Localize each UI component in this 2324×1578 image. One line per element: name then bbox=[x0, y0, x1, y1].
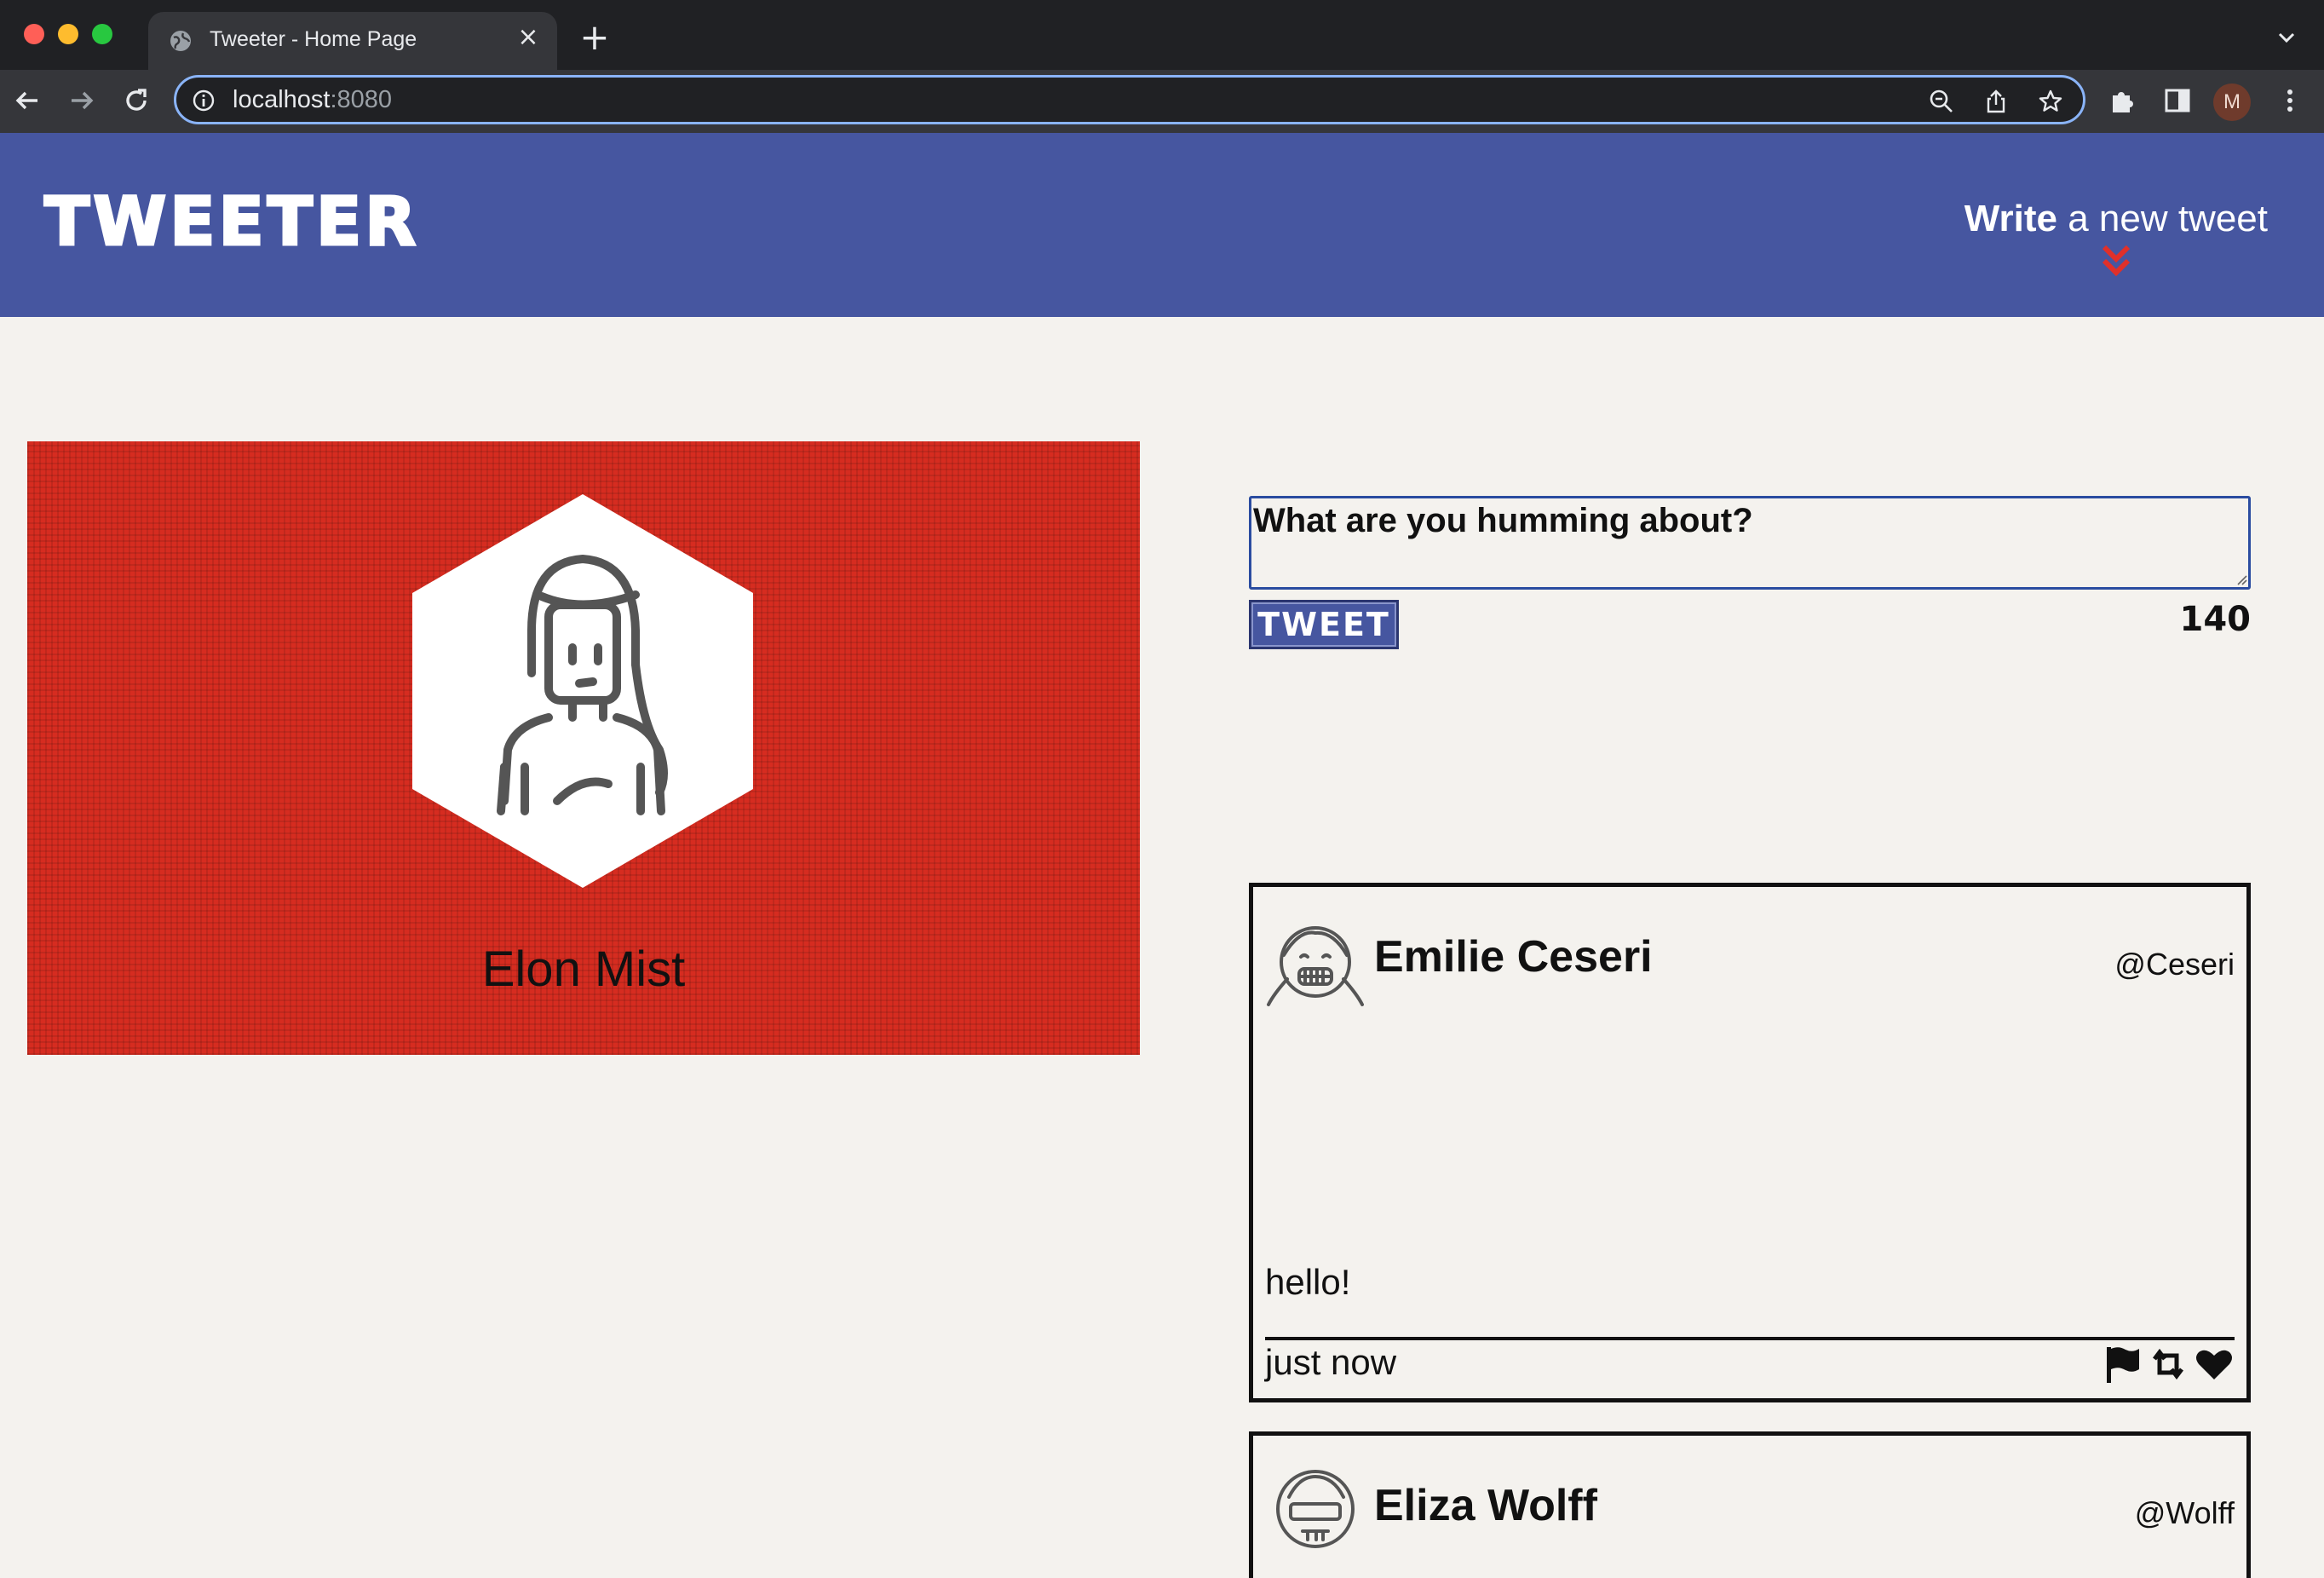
reload-icon[interactable] bbox=[118, 82, 155, 119]
address-bar[interactable]: localhost:8080 bbox=[174, 75, 2085, 124]
chevron-down-icon[interactable] bbox=[2273, 24, 2300, 51]
heart-icon[interactable] bbox=[2194, 1344, 2235, 1385]
tweet-timestamp: just now bbox=[1265, 1342, 1397, 1382]
tweet-input[interactable] bbox=[1249, 496, 2251, 590]
browser-tab-active[interactable]: Tweeter - Home Page × bbox=[148, 12, 557, 70]
close-window-button[interactable] bbox=[24, 24, 44, 44]
share-icon[interactable] bbox=[1982, 88, 2010, 115]
character-counter: 140 bbox=[2179, 600, 2252, 639]
tweet-card: Emilie Ceseri @Ceseri hello! just now bbox=[1249, 883, 2251, 1402]
compose-toggle-label: Write a new tweet bbox=[1964, 198, 2268, 240]
tab-close-button[interactable]: × bbox=[515, 24, 542, 51]
double-chevron-down-icon[interactable] bbox=[2099, 242, 2133, 279]
minimize-window-button[interactable] bbox=[58, 24, 78, 44]
retweet-icon[interactable] bbox=[2148, 1344, 2189, 1385]
arrow-right-icon[interactable] bbox=[63, 82, 101, 119]
tab-title: Tweeter - Home Page bbox=[210, 27, 417, 51]
user-avatar-icon bbox=[1267, 926, 1364, 1006]
flag-icon[interactable] bbox=[2102, 1344, 2143, 1385]
arrow-left-icon[interactable] bbox=[9, 82, 46, 119]
user-avatar-icon bbox=[1276, 1470, 1355, 1548]
kebab-menu-icon[interactable] bbox=[2275, 85, 2305, 116]
side-panel-icon[interactable] bbox=[2162, 85, 2193, 116]
tweet-submit-button[interactable]: TWEET bbox=[1249, 600, 1399, 649]
site-logo[interactable]: TWEETER bbox=[43, 183, 419, 262]
new-tab-button[interactable]: + bbox=[576, 20, 613, 58]
compose-toggle-rest: a new tweet bbox=[2057, 198, 2268, 239]
tweet-text: hello! bbox=[1265, 1262, 1351, 1302]
resize-handle-icon[interactable] bbox=[2235, 573, 2248, 586]
puzzle-icon[interactable] bbox=[2108, 85, 2138, 116]
tweet-author-handle: @Ceseri bbox=[2114, 947, 2235, 982]
url-port: :8080 bbox=[330, 86, 393, 113]
tweet-actions bbox=[2102, 1344, 2235, 1385]
profile-avatar[interactable]: M bbox=[2213, 84, 2251, 121]
info-icon[interactable] bbox=[192, 89, 216, 112]
tweet-divider bbox=[1265, 1337, 2235, 1340]
compose-toggle[interactable]: Write a new tweet bbox=[1964, 198, 2268, 279]
zoom-out-icon[interactable] bbox=[1928, 88, 1955, 115]
compose-toggle-strong: Write bbox=[1964, 198, 2057, 239]
tweet-author-handle: @Wolff bbox=[2134, 1495, 2235, 1530]
profile-avatar-hexagon bbox=[412, 494, 753, 888]
tweet-author-name: Emilie Ceseri bbox=[1374, 932, 1653, 982]
url-text: localhost:8080 bbox=[233, 86, 392, 114]
profile-card: Elon Mist bbox=[27, 441, 1140, 1055]
profile-name: Elon Mist bbox=[481, 942, 686, 997]
star-icon[interactable] bbox=[2037, 88, 2064, 115]
globe-icon bbox=[170, 31, 191, 51]
maximize-window-button[interactable] bbox=[92, 24, 112, 44]
tweet-card: Eliza Wolff @Wolff bbox=[1249, 1431, 2251, 1578]
site-header: TWEETER Write a new tweet bbox=[0, 133, 2324, 317]
browser-tab-strip: Tweeter - Home Page × + bbox=[0, 0, 2324, 70]
browser-toolbar: localhost:8080 M bbox=[0, 70, 2324, 133]
url-host: localhost bbox=[233, 86, 331, 113]
tweet-author-name: Eliza Wolff bbox=[1374, 1481, 1597, 1530]
